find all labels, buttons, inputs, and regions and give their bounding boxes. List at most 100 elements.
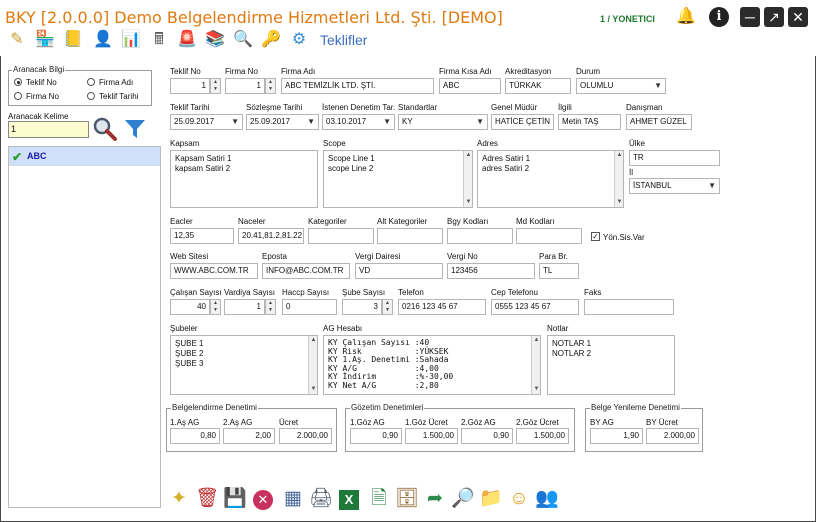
eacler-label: Eacler: [170, 217, 193, 226]
books-icon[interactable]: 📚: [204, 28, 226, 52]
vergi-no-field[interactable]: 123456: [447, 263, 535, 279]
alt-kategoriler-field[interactable]: [377, 228, 443, 244]
search-doc-icon[interactable]: 🔎: [450, 486, 476, 512]
magnifier-doc-icon[interactable]: 🔍: [232, 28, 254, 52]
istenen-tarih-picker[interactable]: 03.10.2017 ▼: [322, 114, 395, 130]
calisan-sayisi-stepper[interactable]: ▲ ▼: [210, 299, 221, 315]
list-item[interactable]: ✔ ABC: [9, 147, 160, 166]
haccp-sayisi-field[interactable]: 0: [282, 299, 337, 315]
search-group-label: Aranacak Bilgi: [12, 65, 66, 74]
sube-sayisi-field[interactable]: 3: [342, 299, 382, 315]
key-icon[interactable]: 🔑: [260, 28, 282, 52]
kapsam-textarea[interactable]: Kapsam Satiri 1 kapsam Satiri 2: [170, 150, 318, 208]
users-icon[interactable]: 👥: [534, 486, 560, 512]
vardiya-sayisi-field[interactable]: 1: [224, 299, 265, 315]
radio-firma-adi[interactable]: Firma Adı: [87, 78, 133, 87]
radio-teklif-no[interactable]: Teklif No: [14, 78, 57, 87]
new-icon[interactable]: ✦: [166, 486, 192, 512]
ilgili-field[interactable]: Metin TAŞ: [558, 114, 621, 130]
sozlesme-tarihi-picker[interactable]: 25.09.2017 ▼: [246, 114, 319, 130]
gears-icon[interactable]: ⚙: [288, 28, 310, 52]
firma-no-stepper[interactable]: ▲ ▼: [265, 78, 276, 94]
transfer-icon[interactable]: ➦: [422, 486, 448, 512]
firma-adi-field[interactable]: ABC TEMİZLİK LTD. ŞTİ.: [281, 78, 434, 94]
person-icon[interactable]: 👤: [92, 28, 114, 52]
delete-icon[interactable]: 🗑: [194, 486, 220, 512]
pencil-icon[interactable]: ✎: [6, 28, 28, 52]
genel-mudur-field[interactable]: HATİCE ÇETİN: [491, 114, 554, 130]
scrollbar[interactable]: ▲ ▼: [531, 336, 540, 394]
vergi-dairesi-field[interactable]: VD: [355, 263, 443, 279]
goz-1-ucret-field[interactable]: 1.500,00: [405, 428, 458, 444]
folder-icon[interactable]: 📁: [478, 486, 504, 512]
eposta-field[interactable]: INFO@ABC.COM.TR: [262, 263, 350, 279]
bel-ucret-field[interactable]: 2.000,00: [279, 428, 332, 444]
goz-2-ucret-field[interactable]: 1.500,00: [516, 428, 569, 444]
scrollbar[interactable]: ▲ ▼: [614, 151, 623, 207]
search-icon[interactable]: [92, 116, 118, 142]
danisman-field[interactable]: AHMET GÜZEL: [626, 114, 692, 130]
yon-sis-var-checkbox[interactable]: ✓: [591, 232, 600, 241]
bel-2as-ag-field[interactable]: 2,00: [223, 428, 275, 444]
siren-icon[interactable]: 🚨: [176, 28, 198, 52]
bgy-kodlari-field[interactable]: [447, 228, 513, 244]
firma-kisa-field[interactable]: ABC: [439, 78, 501, 94]
ulke-field[interactable]: TR: [629, 150, 720, 166]
durum-select[interactable]: OLUMLU ▼: [576, 78, 666, 94]
eacler-field[interactable]: 12,35: [170, 228, 234, 244]
teklif-no-stepper[interactable]: ▲ ▼: [210, 78, 221, 94]
standartlar-select[interactable]: KY ▼: [398, 114, 488, 130]
search-input[interactable]: 1: [8, 121, 89, 138]
scrollbar[interactable]: ▲ ▼: [308, 336, 317, 394]
calisan-sayisi-field[interactable]: 40: [170, 299, 210, 315]
calculator-icon[interactable]: ▦: [280, 486, 306, 512]
bell-icon[interactable]: 🔔: [676, 7, 696, 27]
subeler-textarea[interactable]: ŞUBE 1 ŞUBE 2 ŞUBE 3: [170, 335, 318, 395]
goz-2-ag-field[interactable]: 0,90: [461, 428, 513, 444]
teklif-no-field[interactable]: 1: [170, 78, 210, 94]
il-select[interactable]: İSTANBUL ▼: [629, 178, 720, 194]
archive-icon[interactable]: 🗄: [394, 486, 420, 512]
ag-hesabi-textarea[interactable]: KY Çalışan Sayısı :40 KY Risk :YÜKSEK KY…: [323, 335, 541, 395]
filter-icon[interactable]: [123, 117, 147, 141]
info-icon[interactable]: i: [709, 7, 729, 27]
teklif-tarihi-picker[interactable]: 25.09.2017 ▼: [170, 114, 243, 130]
close-button[interactable]: ✕: [788, 7, 808, 27]
md-kodlari-field[interactable]: [516, 228, 582, 244]
istenen-tarih-value: 03.10.2017: [326, 117, 367, 126]
maximize-button[interactable]: ↗: [764, 7, 784, 27]
web-sitesi-field[interactable]: WWW.ABC.COM.TR: [170, 263, 258, 279]
by-ag-field[interactable]: 1,90: [590, 428, 643, 444]
excel-icon[interactable]: X: [336, 486, 362, 512]
naceler-field[interactable]: 20.41,81.2,81.22: [238, 228, 304, 244]
faks-field[interactable]: [584, 299, 674, 315]
scrollbar[interactable]: ▲ ▼: [463, 151, 472, 207]
vergi-dairesi-label: Vergi Dairesi: [355, 252, 401, 261]
calculator-icon[interactable]: 🖩: [148, 28, 170, 52]
presentation-icon[interactable]: 📊: [120, 28, 142, 52]
minimize-button[interactable]: ─: [740, 7, 760, 27]
cep-telefonu-field[interactable]: 0555 123 45 67: [491, 299, 579, 315]
firma-no-field[interactable]: 1: [225, 78, 265, 94]
bel-1as-ag-field[interactable]: 0,80: [170, 428, 220, 444]
radio-firma-no[interactable]: Firma No: [14, 92, 59, 101]
goz-1-ag-field[interactable]: 0,90: [350, 428, 402, 444]
telefon-field[interactable]: 0216 123 45 67: [398, 299, 486, 315]
radio-teklif-tarihi[interactable]: Teklif Tarihi: [87, 92, 138, 101]
sube-sayisi-stepper[interactable]: ▲ ▼: [382, 299, 393, 315]
kategoriler-field[interactable]: [308, 228, 374, 244]
notlar-textarea[interactable]: NOTLAR 1 NOTLAR 2: [547, 335, 675, 395]
vardiya-sayisi-stepper[interactable]: ▲ ▼: [265, 299, 276, 315]
shop-icon[interactable]: 🏪: [34, 28, 56, 52]
support-icon[interactable]: ☺: [506, 486, 532, 512]
by-ucret-field[interactable]: 2.000,00: [646, 428, 699, 444]
excel-export-icon[interactable]: 🗎: [366, 486, 392, 512]
para-br-field[interactable]: TL: [539, 263, 579, 279]
adres-textarea[interactable]: Adres Satiri 1 adres Satiri 2: [477, 150, 624, 208]
scope-textarea[interactable]: Scope Line 1 scope Line 2: [323, 150, 473, 208]
cancel-icon[interactable]: ✕: [250, 486, 276, 512]
akreditasyon-field[interactable]: TÜRKAK: [505, 78, 571, 94]
save-icon[interactable]: 💾: [222, 486, 248, 512]
book-icon[interactable]: 📒: [62, 28, 84, 52]
print-icon[interactable]: 🖨: [308, 486, 334, 512]
